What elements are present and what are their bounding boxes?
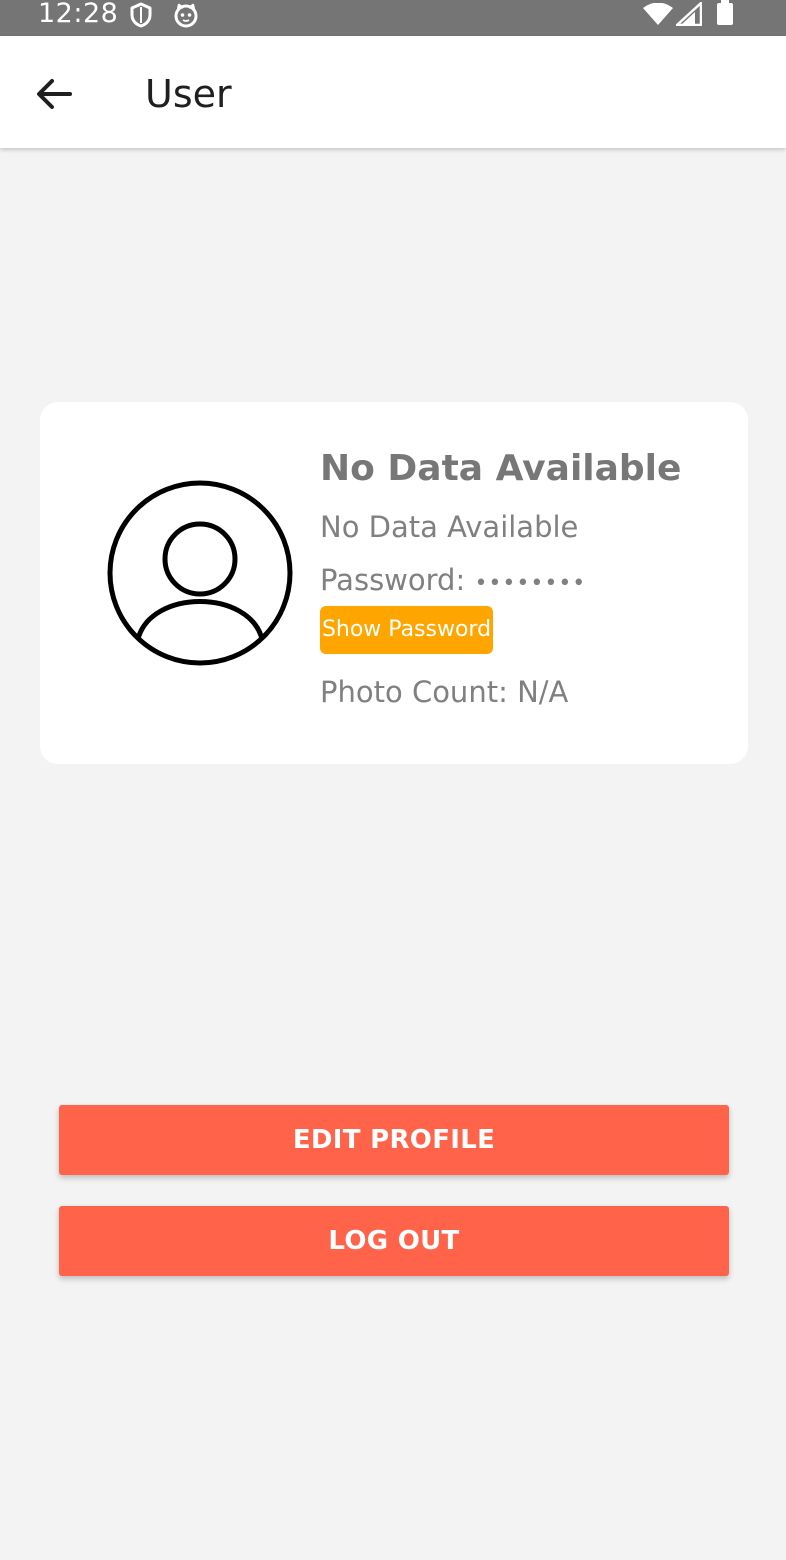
photo-count-value: N/A (517, 675, 569, 709)
arrow-left-icon (37, 79, 72, 109)
status-bar: 12:28 (0, 0, 786, 36)
back-button[interactable] (30, 72, 82, 116)
profile-name: No Data Available (320, 448, 682, 489)
signal-icon (676, 2, 702, 26)
wifi-icon (643, 3, 673, 25)
cat-icon (174, 3, 198, 28)
user-circle-icon (107, 480, 293, 666)
password-row: Password: •••••••• (320, 563, 586, 597)
profile-card: No Data Available No Data Available Pass… (40, 402, 748, 764)
profile-email: No Data Available (320, 510, 579, 544)
edit-profile-button[interactable]: EDIT PROFILE (59, 1105, 729, 1175)
status-time: 12:28 (38, 0, 119, 29)
photo-count-label: Photo Count: (320, 675, 508, 709)
photo-count-row: Photo Count: N/A (320, 675, 568, 709)
battery-icon (717, 0, 733, 25)
app-bar: User (0, 36, 786, 148)
password-label: Password: (320, 563, 466, 597)
page-title: User (145, 72, 232, 116)
shield-icon (130, 2, 152, 28)
password-value: •••••••• (474, 571, 587, 596)
log-out-button[interactable]: LOG OUT (59, 1206, 729, 1276)
show-password-button[interactable]: Show Password (320, 606, 493, 654)
